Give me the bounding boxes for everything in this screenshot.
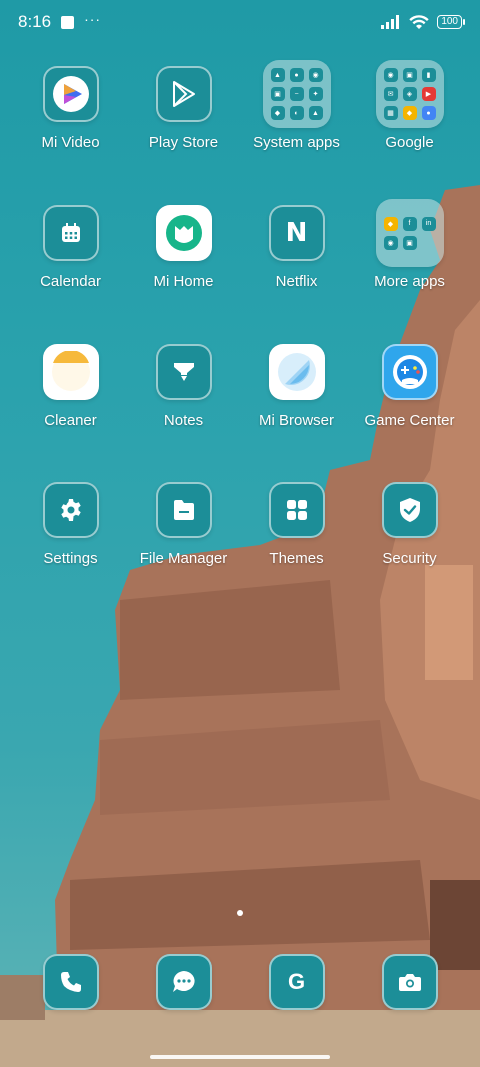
folder-icon: ◉ ▣ ▮ ✉ ◈ ▶ ▦ ◆ ● — [375, 60, 444, 128]
themes-icon — [268, 482, 325, 538]
app-settings[interactable]: Settings — [14, 482, 127, 620]
app-label: Notes — [163, 412, 204, 429]
signal-icon — [381, 15, 400, 29]
dock-camera[interactable] — [353, 954, 466, 1010]
mini-app-icon: ▲ — [308, 106, 323, 120]
gear-icon — [42, 482, 99, 538]
app-calendar[interactable]: Calendar — [14, 205, 127, 343]
mini-app-icon: ◉ — [383, 68, 398, 82]
folder-icon: ◆ f in ◉ ▣ — [375, 199, 444, 267]
notification-square-icon — [61, 15, 75, 29]
notes-icon — [155, 344, 212, 400]
folder-google[interactable]: ◉ ▣ ▮ ✉ ◈ ▶ ▦ ◆ ● Google — [353, 60, 466, 204]
google-letter: G — [287, 969, 306, 994]
app-label: Game Center — [364, 412, 455, 429]
app-cleaner[interactable]: Cleaner — [14, 344, 127, 482]
dock-phone[interactable] — [14, 954, 127, 1010]
mini-app-icon: ▶ — [421, 87, 436, 101]
mini-app-icon: ● — [421, 106, 436, 120]
app-mi-video[interactable]: Mi Video — [14, 66, 127, 204]
mini-app-icon: ✦ — [308, 87, 323, 101]
shield-icon — [381, 482, 438, 538]
camera-icon — [381, 954, 438, 1010]
mini-app-icon: ● — [289, 68, 304, 82]
home-row-1: Mi Video Play Store ▲ ● ◉ ▣ − ✦ ◆ ◐ ▲ Sy… — [14, 60, 466, 204]
netflix-icon: N — [268, 205, 325, 261]
app-game-center[interactable]: Game Center — [353, 344, 466, 482]
mi-video-icon — [42, 66, 99, 122]
app-mi-browser[interactable]: Mi Browser — [240, 344, 353, 482]
clock: 8:16 — [18, 12, 52, 31]
app-play-store[interactable]: Play Store — [127, 66, 240, 204]
mini-app-icon: ▣ — [402, 68, 417, 82]
netflix-letter: N — [285, 218, 308, 248]
home-row-4: Settings File Manager Themes Security — [14, 482, 466, 620]
file-manager-icon — [155, 482, 212, 538]
page-indicator — [0, 910, 480, 916]
app-label: Mi Browser — [258, 412, 334, 429]
home-row-2: Calendar Mi Home N Netflix ◆ f in ◉ ▣ Mo… — [14, 199, 466, 343]
mini-app-icon: ◆ — [270, 106, 285, 120]
cleaner-icon — [42, 344, 99, 400]
app-security[interactable]: Security — [353, 482, 466, 620]
mini-app-icon: ▲ — [270, 68, 285, 82]
mini-app-icon: ✉ — [383, 87, 398, 101]
mini-app-icon: ◈ — [402, 87, 417, 101]
calendar-icon — [42, 205, 99, 261]
app-notes[interactable]: Notes — [127, 344, 240, 482]
more-notifications-icon: ··· — [84, 11, 102, 27]
gesture-navigation-bar[interactable] — [150, 1055, 330, 1059]
app-netflix[interactable]: N Netflix — [240, 205, 353, 343]
app-label: Themes — [269, 550, 324, 567]
app-mi-home[interactable]: Mi Home — [127, 205, 240, 343]
gamepad-icon — [381, 344, 438, 400]
mini-app-icon: ◉ — [308, 68, 323, 82]
mini-app-icon: f — [402, 216, 417, 231]
message-icon — [155, 954, 212, 1010]
app-label: System apps — [253, 134, 340, 151]
app-label: Play Store — [148, 134, 219, 151]
mini-app-icon: ◐ — [289, 106, 304, 120]
folder-more-apps[interactable]: ◆ f in ◉ ▣ More apps — [353, 199, 466, 343]
app-file-manager[interactable]: File Manager — [127, 482, 240, 620]
app-label: Netflix — [275, 273, 318, 290]
app-label: Mi Home — [153, 273, 214, 290]
app-label: Google — [385, 134, 434, 151]
app-label: Cleaner — [44, 412, 97, 429]
app-label: Security — [382, 550, 437, 567]
home-row-3: Cleaner Notes Mi Browser Game Center — [14, 344, 466, 482]
mini-app-icon: ▣ — [402, 235, 417, 250]
dock-messages[interactable] — [127, 954, 240, 1010]
mi-home-icon — [155, 205, 212, 261]
page-dot-active — [237, 910, 243, 916]
mini-app-icon: ◆ — [383, 216, 398, 231]
mini-app-icon: ▦ — [383, 106, 398, 120]
mini-app-icon: − — [289, 87, 304, 101]
phone-icon — [42, 954, 99, 1010]
google-icon: G — [268, 954, 325, 1010]
mini-app-icon: in — [421, 216, 436, 231]
mini-app-icon: ▣ — [270, 87, 285, 101]
mini-app-icon: ◆ — [402, 106, 417, 120]
app-label: Calendar — [40, 273, 101, 290]
mini-app-icon: ▮ — [421, 68, 436, 82]
app-label: File Manager — [139, 550, 228, 567]
dock-google[interactable]: G — [240, 954, 353, 1010]
app-label: More apps — [374, 273, 445, 290]
folder-system-apps[interactable]: ▲ ● ◉ ▣ − ✦ ◆ ◐ ▲ System apps — [240, 60, 353, 204]
wifi-icon — [409, 14, 430, 29]
mini-app-icon: ◉ — [383, 235, 398, 250]
app-label: Mi Video — [41, 134, 100, 151]
folder-icon: ▲ ● ◉ ▣ − ✦ ◆ ◐ ▲ — [262, 60, 331, 128]
play-store-icon — [155, 66, 212, 122]
battery-indicator: 100 — [437, 15, 465, 29]
app-themes[interactable]: Themes — [240, 482, 353, 620]
dock: G — [14, 954, 466, 1010]
status-bar: 8:16 ··· 100 — [0, 0, 480, 44]
browser-icon — [268, 344, 325, 400]
app-label: Settings — [43, 550, 98, 567]
